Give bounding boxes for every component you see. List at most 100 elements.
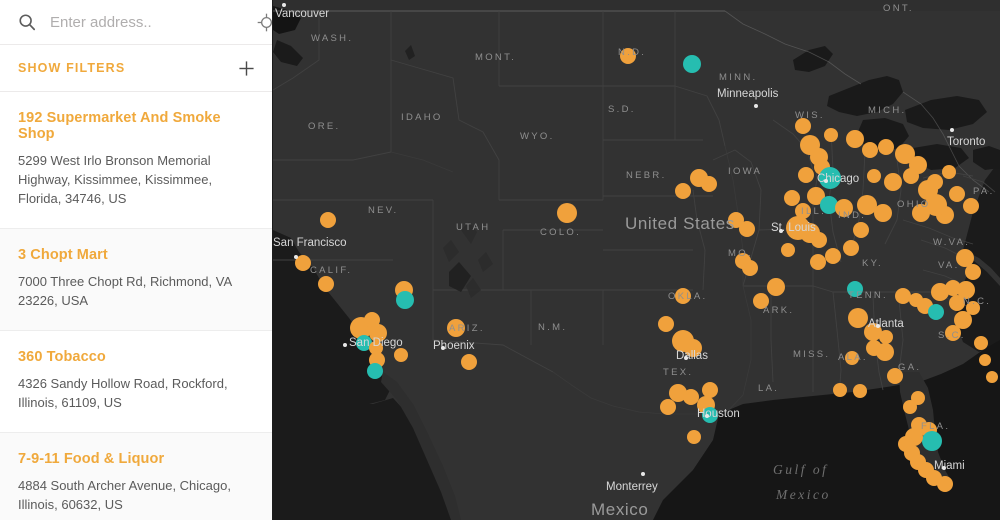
plus-icon[interactable] xyxy=(238,60,255,77)
store-markers-layer[interactable] xyxy=(273,0,1000,520)
map-marker-store[interactable] xyxy=(867,169,881,183)
map-marker-store[interactable] xyxy=(903,400,917,414)
crosshair-locate-icon[interactable] xyxy=(257,13,272,32)
map-marker-store[interactable] xyxy=(853,222,869,238)
state-label: IDAHO xyxy=(401,112,443,123)
map-marker-store[interactable] xyxy=(884,173,902,191)
map-marker-store[interactable] xyxy=(767,278,785,296)
state-label: N.M. xyxy=(538,322,568,333)
city-dot-icon xyxy=(282,3,286,7)
map-marker-cluster[interactable] xyxy=(928,304,944,320)
show-filters-toggle[interactable]: SHOW FILTERS xyxy=(0,45,272,92)
search-input[interactable] xyxy=(36,13,249,31)
map-marker-store[interactable] xyxy=(811,232,827,248)
map-marker-store[interactable] xyxy=(824,128,838,142)
store-address: 5299 West Irlo Bronson Memorial Highway,… xyxy=(18,153,213,206)
map-marker-store[interactable] xyxy=(853,384,867,398)
city-dot-icon xyxy=(754,104,758,108)
state-label: IND. xyxy=(838,210,867,221)
map-marker-cluster[interactable] xyxy=(683,55,701,73)
state-label: WIS. xyxy=(795,110,825,121)
map-marker-store[interactable] xyxy=(739,221,755,237)
map-marker-cluster[interactable] xyxy=(922,431,942,451)
city-label: San Francisco xyxy=(273,237,347,249)
map-marker-store[interactable] xyxy=(963,198,979,214)
map-marker-store[interactable] xyxy=(687,430,701,444)
city-label: St. Louis xyxy=(771,222,816,234)
state-label: MINN. xyxy=(719,72,758,83)
store-name: 360 Tobacco xyxy=(18,349,106,365)
map-marker-store[interactable] xyxy=(742,260,758,276)
map-marker-store[interactable] xyxy=(903,168,919,184)
state-label: ALA. xyxy=(838,352,868,363)
map-marker-store[interactable] xyxy=(965,264,981,280)
city-dot-icon xyxy=(684,356,688,360)
map-marker-store[interactable] xyxy=(798,167,814,183)
city-dot-icon xyxy=(779,229,783,233)
map-marker-store[interactable] xyxy=(461,354,477,370)
map-marker-store[interactable] xyxy=(876,343,894,361)
map-marker-store[interactable] xyxy=(781,243,795,257)
map-marker-store[interactable] xyxy=(701,176,717,192)
map-marker-store[interactable] xyxy=(937,476,953,492)
map-marker-store[interactable] xyxy=(660,399,676,415)
map-marker-store[interactable] xyxy=(843,240,859,256)
search-icon xyxy=(18,13,36,31)
list-item[interactable]: 192 Supermarket And Smoke Shop 5299 West… xyxy=(0,92,272,229)
map-marker-store[interactable] xyxy=(878,139,894,155)
city-label: Miami xyxy=(934,460,965,472)
map-marker-store[interactable] xyxy=(942,165,956,179)
state-label: GA. xyxy=(898,362,922,373)
map-marker-store[interactable] xyxy=(979,354,991,366)
map-canvas[interactable]: WASH. ORE. IDAHO MONT. WYO. NEV. CALIF. UTAH COL… xyxy=(273,0,1000,520)
map-marker-cluster[interactable] xyxy=(396,291,414,309)
store-address: 4884 South Archer Avenue, Chicago, Illin… xyxy=(18,478,231,512)
list-item[interactable]: 7-9-11 Food & Liquor 4884 South Archer A… xyxy=(0,433,272,520)
map-marker-store[interactable] xyxy=(918,180,938,200)
store-name: 3 Chopt Mart xyxy=(18,247,108,263)
map-marker-store[interactable] xyxy=(833,383,847,397)
city-label: Houston xyxy=(697,408,740,420)
state-label: NEV. xyxy=(368,205,399,216)
map-marker-store[interactable] xyxy=(874,204,892,222)
map-marker-cluster[interactable] xyxy=(367,363,383,379)
map-marker-store[interactable] xyxy=(810,254,826,270)
state-label: S.D. xyxy=(608,104,636,115)
state-label: TENN. xyxy=(848,290,888,301)
map-marker-store[interactable] xyxy=(846,130,864,148)
map-marker-store[interactable] xyxy=(848,308,868,328)
state-label: FLA. xyxy=(921,421,951,432)
results-list: 192 Supermarket And Smoke Shop 5299 West… xyxy=(0,92,272,520)
map-marker-store[interactable] xyxy=(320,212,336,228)
list-item[interactable]: 360 Tobacco 4326 Sandy Hollow Road, Rock… xyxy=(0,331,272,433)
city-label: Vancouver xyxy=(275,8,330,20)
state-label: MO. xyxy=(728,248,753,259)
state-label: LA. xyxy=(758,383,780,394)
state-label: MISS. xyxy=(793,349,831,360)
city-label: Dallas xyxy=(676,350,708,362)
map-marker-store[interactable] xyxy=(394,348,408,362)
store-locator-app: SHOW FILTERS 192 Supermarket And Smoke S… xyxy=(0,0,1000,520)
state-label: NEBR. xyxy=(626,170,667,181)
map-marker-store[interactable] xyxy=(675,183,691,199)
map-marker-store[interactable] xyxy=(949,186,965,202)
city-dot-icon xyxy=(950,128,954,132)
map-marker-store[interactable] xyxy=(879,330,893,344)
map-marker-store[interactable] xyxy=(862,142,878,158)
search-bar xyxy=(0,0,272,45)
map-marker-store[interactable] xyxy=(318,276,334,292)
state-label: W.VA. xyxy=(933,237,971,248)
map-marker-store[interactable] xyxy=(974,336,988,350)
map-marker-store[interactable] xyxy=(658,316,674,332)
city-label: Atlanta xyxy=(868,318,904,330)
store-name: 7-9-11 Food & Liquor xyxy=(18,451,165,467)
store-name: 192 Supermarket And Smoke Shop xyxy=(18,110,221,142)
list-item[interactable]: 3 Chopt Mart 7000 Three Chopt Rd, Richmo… xyxy=(0,229,272,331)
city-dot-icon xyxy=(942,466,946,470)
water-body-label: Gulf of xyxy=(773,462,829,477)
state-label: OHIO xyxy=(897,199,931,210)
map-marker-store[interactable] xyxy=(557,203,577,223)
city-label: Toronto xyxy=(947,136,986,148)
map-marker-store[interactable] xyxy=(825,248,841,264)
map-marker-store[interactable] xyxy=(986,371,998,383)
